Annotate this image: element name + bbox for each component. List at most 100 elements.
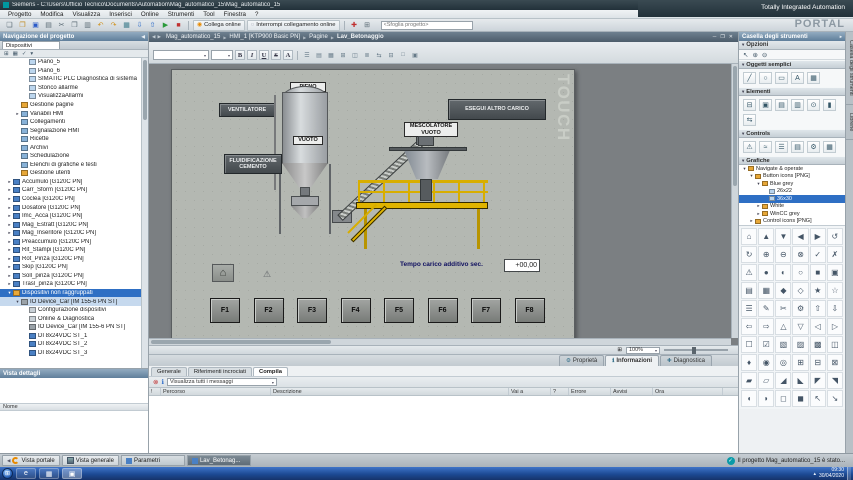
tray-expand-icon[interactable]: ▴ [813, 471, 816, 477]
collapse-right-icon[interactable]: ▸ [840, 34, 842, 40]
vista-generale-button[interactable]: Vista generale [62, 455, 119, 466]
expand-arrow-icon[interactable]: ▸ [6, 273, 13, 279]
inspector-tab[interactable]: ✚ Diagnostica [660, 355, 712, 366]
editor-close-icon[interactable]: ✕ [729, 34, 733, 40]
inspector-tab[interactable]: ℹ Informazioni [605, 355, 659, 366]
alarm-warning-icon[interactable]: ⚠ [258, 268, 276, 281]
toolbar-icon[interactable]: ▤ [43, 20, 54, 31]
taskbar-clock[interactable]: 09:30 30/04/2020 [819, 468, 844, 479]
graphics-tree-item[interactable]: ▾ Button icons [PNG] [739, 173, 845, 181]
taskbar-app-button[interactable]: ▣ [62, 468, 82, 479]
format-tool-icon[interactable]: □ [398, 50, 408, 60]
toolbar-icon[interactable]: ❐ [17, 20, 28, 31]
italic-button[interactable]: I [247, 50, 257, 60]
graphic-thumbnail[interactable]: ○ [792, 264, 808, 281]
toolbar-icon[interactable]: ■ [173, 20, 184, 31]
graphic-thumbnail[interactable]: ☐ [741, 336, 757, 353]
tree-item[interactable]: ▸ Rot_Pinza [G120C PN] [0, 255, 142, 264]
function-key-button[interactable]: F2 [254, 298, 284, 323]
graphic-thumbnail[interactable]: ⇧ [810, 300, 826, 317]
expand-arrow-icon[interactable]: ▸ [6, 256, 13, 262]
graphic-thumbnail[interactable]: ⇨ [758, 318, 774, 335]
tree-item[interactable]: ▸ Skip [G120C PN] [0, 263, 142, 272]
tool-icon[interactable]: A [791, 72, 804, 84]
breadcrumb-back-icon[interactable]: ◀ [152, 34, 155, 40]
graphic-thumbnail[interactable]: ▣ [827, 264, 843, 281]
show-desktop-button[interactable] [847, 467, 851, 480]
screen-editor-canvas[interactable]: TOUCH VENTILATORE PIENO VUOTO FLUIDIFICA… [149, 64, 738, 345]
menu-item[interactable]: ? [251, 11, 262, 18]
graphic-thumbnail[interactable]: ◗ [758, 390, 774, 407]
editor-task-button[interactable]: Lav_Betonag... [187, 455, 251, 466]
tab-dispositivi[interactable]: Dispositivi [2, 41, 60, 49]
tree-item[interactable]: ▸ Mag_Estratt [G120C PN] [0, 220, 142, 229]
toolbar-icon[interactable]: ❏ [4, 20, 15, 31]
graphic-thumbnail[interactable]: ☆ [827, 282, 843, 299]
tree-item[interactable]: ▸ Mag_Inseritore [G120C PN] [0, 229, 142, 238]
breadcrumb-item[interactable]: Lav_Betonaggio [336, 34, 385, 40]
section-controls[interactable]: ▾ Controls [739, 129, 845, 138]
canvas-vertical-scrollbar[interactable] [731, 64, 738, 338]
expand-arrow-icon[interactable]: ▾ [14, 299, 21, 305]
breadcrumb-item[interactable]: Mag_automatico_15 [165, 34, 221, 40]
tool-icon[interactable]: ▭ [775, 72, 788, 84]
expand-arrow-icon[interactable]: ▸ [6, 213, 13, 219]
graphic-thumbnail[interactable]: ◼ [792, 390, 808, 407]
graphic-thumbnail[interactable]: ◢ [775, 372, 791, 389]
tree-item[interactable]: Collegamenti [0, 118, 142, 127]
toolbar-icon[interactable]: ✂ [56, 20, 67, 31]
message-filter-dropdown[interactable]: Visualizza tutti i messaggi ▾ [167, 378, 277, 386]
tree-item[interactable]: ▸ Variabili HMI [0, 109, 142, 118]
graphic-thumbnail[interactable]: ◫ [827, 336, 843, 353]
tree-toolbar-icon[interactable]: ✓ [22, 51, 27, 57]
graphic-thumbnail[interactable]: ▨ [792, 336, 808, 353]
graphic-thumbnail[interactable]: ▽ [792, 318, 808, 335]
tool-icon[interactable]: ▮ [823, 99, 836, 111]
bold-button[interactable]: B [235, 50, 245, 60]
tree-item[interactable]: Gestione utenti [0, 169, 142, 178]
tool-icon[interactable]: ▤ [775, 99, 788, 111]
tree-toolbar-icon[interactable]: ▦ [13, 51, 18, 57]
format-tool-icon[interactable]: ▣ [410, 50, 420, 60]
inspector-subtab[interactable]: Generale [151, 367, 187, 376]
tempo-carico-io-field[interactable]: +00,00 [504, 259, 540, 272]
breadcrumb-item[interactable]: Pagine [308, 34, 329, 40]
expand-arrow-icon[interactable]: ▸ [6, 264, 13, 270]
toolbar-icon[interactable]: ▥ [82, 20, 93, 31]
expand-arrow-icon[interactable]: ▾ [6, 290, 13, 296]
tree-toolbar-icon[interactable]: ⊞ [4, 51, 9, 57]
function-key-button[interactable]: F4 [341, 298, 371, 323]
go-offline-button[interactable]: ◌ Interrompi collegamento online [247, 20, 340, 31]
tool-icon[interactable]: ╱ [743, 72, 756, 84]
zoom-slider[interactable] [664, 349, 728, 351]
toolbar-icon[interactable]: ▣ [30, 20, 41, 31]
graphic-thumbnail[interactable]: ⊗ [792, 246, 808, 263]
tree-item[interactable]: Archivi [0, 143, 142, 152]
menu-item[interactable]: Strumenti [164, 11, 198, 18]
expand-arrow-icon[interactable]: ▸ [6, 222, 13, 228]
tool-icon[interactable]: ⊟ [743, 99, 756, 111]
expand-arrow-icon[interactable]: ▸ [6, 247, 13, 253]
breadcrumb-item[interactable]: HMI_1 [KTP900 Basic PN] [228, 34, 301, 40]
pointer-tool-icon[interactable]: ↖ [743, 51, 748, 59]
expand-arrow-icon[interactable]: ▸ [755, 211, 762, 217]
tree-item[interactable]: Online & Diagnostica [0, 314, 142, 323]
graphic-thumbnail[interactable]: ● [758, 264, 774, 281]
tree-item[interactable]: Gestione pagine [0, 101, 142, 110]
editor-minimize-icon[interactable]: ─ [713, 34, 717, 40]
graphic-thumbnail[interactable]: ⇩ [827, 300, 843, 317]
format-tool-icon[interactable]: ◫ [350, 50, 360, 60]
font-family-dropdown[interactable]: ▾ [153, 50, 209, 60]
home-button[interactable]: ⌂ [212, 264, 234, 282]
filter-icon[interactable]: ⊗ [153, 378, 158, 386]
graphic-thumbnail[interactable]: ■ [810, 264, 826, 281]
section-grafiche[interactable]: ▾ Grafiche [739, 156, 845, 165]
tool-icon[interactable]: ⇆ [743, 114, 756, 126]
menu-item[interactable]: Progetto [4, 11, 35, 18]
graphic-thumbnail[interactable]: ◐ [775, 264, 791, 281]
tree-item[interactable]: Elenchi di grafiche e testi [0, 161, 142, 170]
function-key-button[interactable]: F7 [471, 298, 501, 323]
tree-item[interactable]: Storico allarme [0, 84, 142, 93]
tree-item[interactable]: IO Device_Car [IM 155-6 PN ST] [0, 323, 142, 332]
side-tab-libraries[interactable]: Librerie [846, 105, 853, 140]
